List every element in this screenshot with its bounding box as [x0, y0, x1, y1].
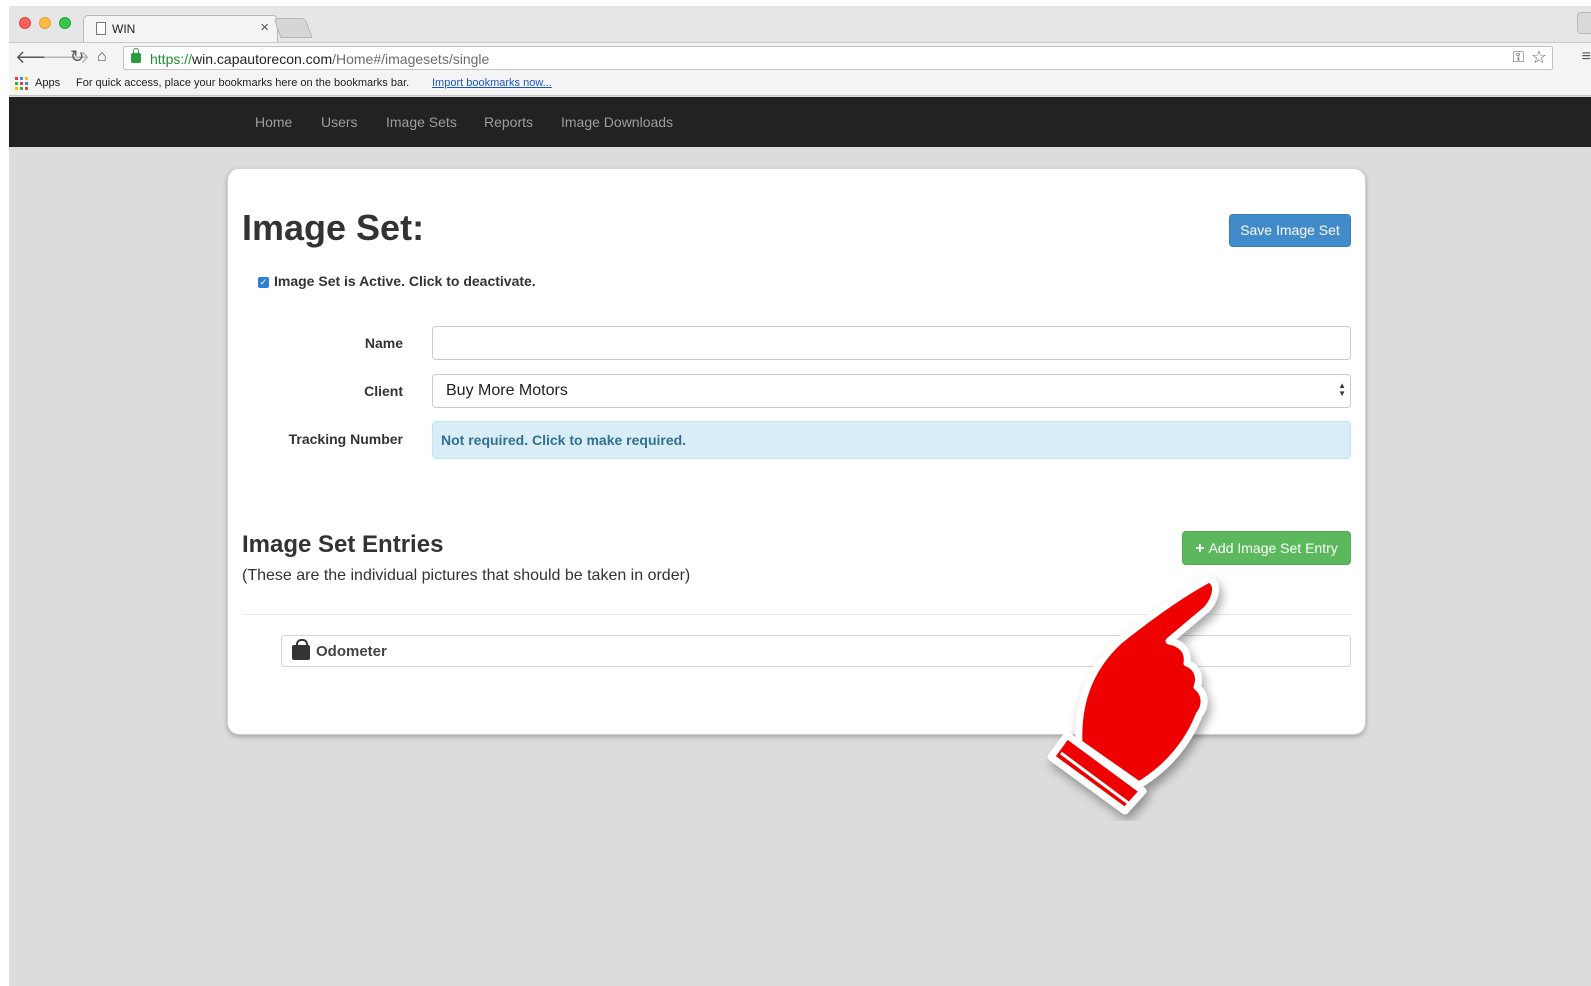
url-path: /Home#/imagesets/single [332, 51, 490, 67]
active-checkbox-label[interactable]: Image Set is Active. Click to deactivate… [274, 273, 536, 289]
nav-reports[interactable]: Reports [484, 114, 533, 130]
page-title: Image Set: [242, 207, 425, 248]
minimize-window-button[interactable] [39, 17, 51, 29]
tracking-number-label: Tracking Number [288, 431, 403, 447]
apps-link[interactable]: Apps [35, 77, 60, 89]
pointing-hand-icon [1047, 575, 1219, 815]
client-select[interactable]: Buy More Motors ▲ ▼ [432, 374, 1351, 408]
add-entry-label: Add Image Set Entry [1208, 540, 1338, 556]
address-bar[interactable]: https://win.capautorecon.com/Home#/image… [123, 46, 1553, 70]
key-icon[interactable]: ⚿ [1513, 49, 1524, 66]
plus-icon: + [1195, 540, 1205, 557]
browser-tab[interactable]: WIN × [83, 15, 278, 42]
nav-image-sets[interactable]: Image Sets [386, 114, 457, 130]
zoom-window-button[interactable] [59, 17, 71, 29]
active-checkbox[interactable]: ✓ [258, 277, 269, 288]
bookmarks-bar: Apps For quick access, place your bookma… [9, 72, 1591, 96]
site-navbar: Home Users Image Sets Reports Image Down… [9, 97, 1591, 147]
lock-icon [131, 48, 141, 63]
entry-label: Odometer [316, 643, 387, 660]
menu-icon[interactable]: ≡ [1582, 48, 1591, 66]
bookmark-star-icon[interactable]: ☆ [1531, 47, 1547, 68]
bookmarks-message: For quick access, place your bookmarks h… [76, 77, 410, 89]
client-label: Client [364, 383, 403, 399]
tracking-required-toggle[interactable]: Not required. Click to make required. [432, 421, 1351, 459]
tab-close-icon[interactable]: × [260, 19, 269, 36]
browser-window: WIN × 🡐 🡒 ↻ ⌂ https://win.capautorecon.c… [9, 6, 1591, 986]
home-icon[interactable]: ⌂ [97, 46, 107, 68]
save-image-set-button[interactable]: Save Image Set [1229, 214, 1351, 247]
close-window-button[interactable] [19, 17, 31, 29]
import-bookmarks-link[interactable]: Import bookmarks now... [432, 77, 552, 89]
apps-grid-icon[interactable] [15, 77, 28, 90]
url-host: win.capautorecon.com [192, 51, 333, 67]
select-arrows-icon: ▲ ▼ [1338, 381, 1346, 398]
profile-icon[interactable] [1577, 12, 1591, 34]
tab-strip: WIN × [9, 6, 1591, 42]
nav-image-downloads[interactable]: Image Downloads [561, 114, 673, 130]
url-text: https://win.capautorecon.com/Home#/image… [150, 51, 489, 67]
lock-icon [292, 639, 310, 660]
entries-title: Image Set Entries [242, 531, 444, 558]
name-input[interactable] [432, 326, 1351, 360]
entries-subtitle: (These are the individual pictures that … [242, 567, 691, 584]
browser-toolbar: 🡐 🡒 ↻ ⌂ https://win.capautorecon.com/Hom… [9, 42, 1591, 72]
name-label: Name [364, 335, 403, 351]
client-selected-value: Buy More Motors [446, 382, 568, 399]
new-tab-button[interactable] [273, 18, 313, 38]
tracking-required-text: Not required. Click to make required. [441, 432, 687, 448]
nav-users[interactable]: Users [321, 114, 358, 130]
document-icon [96, 22, 106, 35]
url-scheme: https:// [150, 51, 193, 67]
nav-home[interactable]: Home [255, 114, 292, 130]
tab-title: WIN [112, 22, 136, 36]
add-image-set-entry-button[interactable]: + Add Image Set Entry [1182, 531, 1351, 565]
reload-icon[interactable]: ↻ [70, 46, 84, 68]
